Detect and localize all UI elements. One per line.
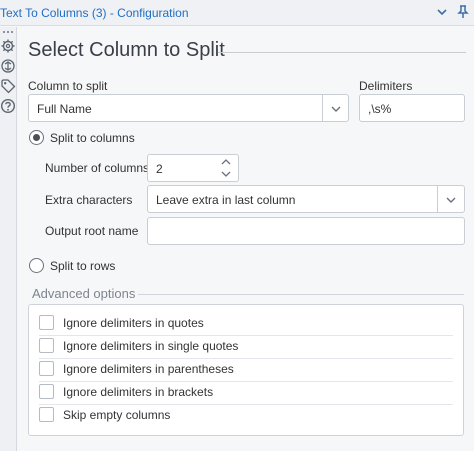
heading-divider	[218, 52, 466, 53]
option-ignore-single-quotes[interactable]: Ignore delimiters in single quotes	[39, 336, 453, 356]
tag-icon[interactable]	[0, 78, 16, 94]
advanced-options-box: Ignore delimiters in quotes Ignore delim…	[28, 304, 464, 436]
chevron-down-icon[interactable]	[434, 4, 450, 20]
number-of-columns-stepper[interactable]: 2	[147, 154, 239, 182]
extra-characters-value: Leave extra in last column	[156, 193, 296, 207]
window-title: Text To Columns (3) - Configuration	[0, 6, 189, 20]
option-label: Ignore delimiters in single quotes	[63, 339, 239, 353]
advanced-options-label: Advanced options	[32, 286, 136, 301]
title-bar: Text To Columns (3) - Configuration	[0, 0, 474, 26]
output-root-name-input[interactable]	[147, 217, 465, 245]
option-label: Ignore delimiters in brackets	[63, 385, 214, 399]
ignore-quotes-checkbox[interactable]	[39, 315, 54, 330]
page-title: Select Column to Split	[28, 39, 225, 61]
ignore-brackets-checkbox[interactable]	[39, 384, 54, 399]
skip-empty-columns-checkbox[interactable]	[39, 407, 54, 422]
config-sidebar	[0, 27, 17, 451]
option-label: Skip empty columns	[63, 408, 171, 422]
advanced-options-divider	[138, 294, 464, 295]
option-ignore-parentheses[interactable]: Ignore delimiters in parentheses	[39, 359, 453, 379]
delimiters-label: Delimiters	[359, 79, 413, 93]
delimiters-value: ,\s%	[368, 102, 392, 116]
delimiters-input[interactable]: ,\s%	[359, 94, 465, 122]
option-skip-empty-columns[interactable]: Skip empty columns	[39, 405, 453, 425]
split-to-columns-radio[interactable]	[29, 130, 44, 145]
split-to-columns-label: Split to columns	[50, 131, 135, 145]
option-ignore-quotes[interactable]: Ignore delimiters in quotes	[39, 313, 453, 333]
configuration-panel: Select Column to Split Column to split F…	[18, 27, 474, 451]
more-dots-icon[interactable]	[0, 29, 16, 35]
option-label: Ignore delimiters in quotes	[63, 316, 204, 330]
split-to-rows-label: Split to rows	[50, 259, 116, 273]
ignore-parentheses-checkbox[interactable]	[39, 361, 54, 376]
select-divider	[322, 95, 323, 121]
option-label: Ignore delimiters in parentheses	[63, 362, 234, 376]
help-icon[interactable]	[0, 98, 16, 114]
number-of-columns-label: Number of columns	[45, 161, 150, 175]
column-to-split-select[interactable]: Full Name	[28, 94, 349, 122]
gear-icon[interactable]	[0, 38, 16, 54]
pin-icon[interactable]	[455, 4, 471, 20]
column-to-split-label: Column to split	[28, 79, 108, 93]
chevron-down-icon	[331, 106, 341, 112]
connections-icon[interactable]	[0, 58, 16, 74]
output-root-name-label: Output root name	[45, 224, 139, 238]
extra-characters-select[interactable]: Leave extra in last column	[147, 185, 465, 213]
option-ignore-brackets[interactable]: Ignore delimiters in brackets	[39, 382, 453, 402]
select-divider	[437, 186, 438, 212]
extra-characters-label: Extra characters	[45, 193, 133, 207]
split-to-rows-radio[interactable]	[29, 258, 44, 273]
column-to-split-value: Full Name	[37, 102, 92, 116]
ignore-single-quotes-checkbox[interactable]	[39, 338, 54, 353]
number-of-columns-value: 2	[156, 162, 163, 176]
chevron-down-icon	[446, 197, 456, 203]
stepper-up-icon[interactable]	[216, 156, 236, 168]
stepper-down-icon[interactable]	[216, 168, 236, 180]
